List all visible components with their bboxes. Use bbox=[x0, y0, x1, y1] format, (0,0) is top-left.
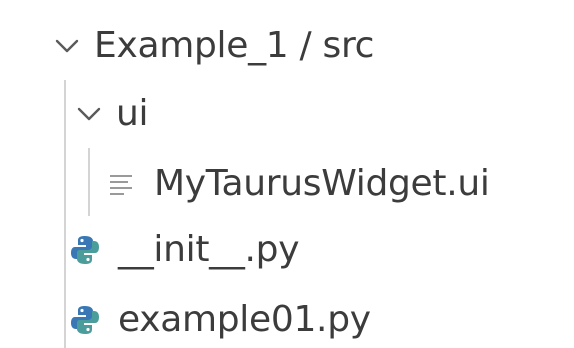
tree-item-label: ui bbox=[116, 93, 149, 134]
python-icon bbox=[71, 306, 99, 334]
tree-item-folder-ui[interactable]: ui bbox=[74, 86, 149, 142]
indent-guide bbox=[88, 148, 90, 216]
tree-item-file-init-py[interactable]: __init__.py bbox=[68, 222, 300, 278]
indent-guide bbox=[64, 80, 66, 348]
file-explorer-tree: Example_1 / src ui MyTaurusWidget.ui __i… bbox=[0, 0, 574, 348]
python-icon bbox=[71, 236, 99, 264]
tree-item-root-folder[interactable]: Example_1 / src bbox=[52, 18, 374, 74]
chevron-down-icon[interactable] bbox=[74, 99, 104, 129]
tree-item-label: __init__.py bbox=[118, 229, 300, 270]
lines-file-icon bbox=[110, 175, 132, 195]
tree-item-label: example01.py bbox=[118, 299, 371, 340]
tree-item-file-example01-py[interactable]: example01.py bbox=[68, 292, 371, 348]
tree-item-file-mytauruswidget[interactable]: MyTaurusWidget.ui bbox=[104, 156, 490, 212]
tree-item-label: Example_1 / src bbox=[94, 25, 375, 66]
tree-item-label: MyTaurusWidget.ui bbox=[154, 163, 490, 204]
chevron-down-icon[interactable] bbox=[52, 31, 82, 61]
